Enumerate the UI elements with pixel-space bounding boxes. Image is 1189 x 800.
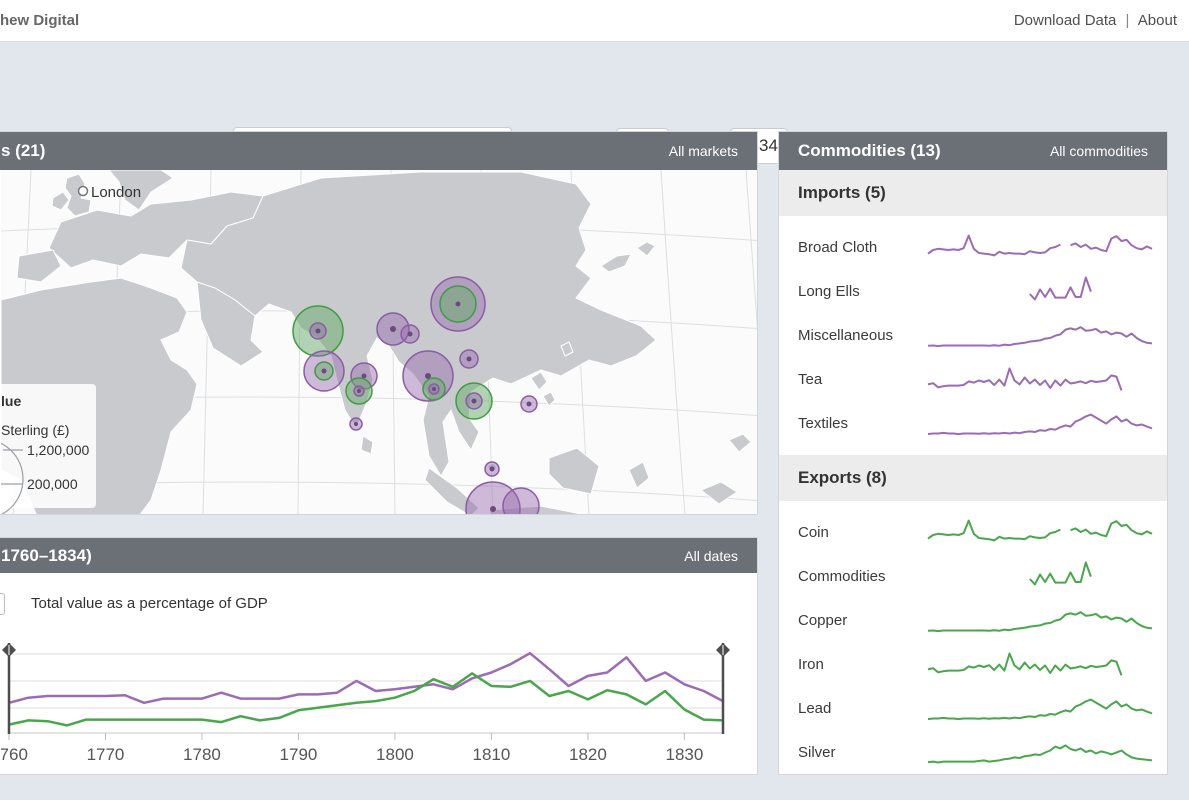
commodity-name: Coin [798, 524, 829, 541]
commodity-name: Copper [798, 612, 847, 629]
market-circle[interactable] [401, 325, 419, 343]
commodity-name: Long Ells [798, 283, 860, 300]
dates-timeline-panel: 1760–1834) All dates Total value as a pe… [0, 537, 758, 775]
commodity-sparkline [926, 557, 1154, 595]
commodities-list: Imports (5) Broad Cloth Long Ells Miscellan… [779, 170, 1167, 774]
commodity-row[interactable]: Broad Cloth [779, 225, 1167, 269]
market-circle[interactable] [304, 351, 344, 391]
size-legend-min: 200,000 [27, 476, 78, 492]
commodity-sparkline [926, 601, 1154, 639]
market-circle[interactable] [521, 396, 537, 412]
query-controls: st India Company traded 13 commodities i… [0, 60, 1189, 112]
all-dates-button[interactable]: All dates [684, 548, 757, 564]
commodity-name: Broad Cloth [798, 239, 877, 256]
section-header-imports: Imports (5) [779, 170, 1167, 216]
commodity-row[interactable]: Lead [779, 686, 1167, 730]
commodity-sparkline [926, 689, 1154, 727]
commodities-panel-header: Commodities (13) All commodities [779, 132, 1167, 170]
commodity-row[interactable]: Coin [779, 510, 1167, 554]
commodity-row[interactable]: Miscellaneous [779, 313, 1167, 357]
axis-tick-label: 1830 [665, 745, 703, 764]
commodity-row[interactable]: Iron [779, 642, 1167, 686]
brush-handle-left[interactable] [2, 643, 16, 734]
dates-panel-title: 1760–1834) [1, 546, 92, 566]
about-link[interactable]: About [1138, 12, 1177, 29]
axis-tick-label: 1770 [87, 745, 125, 764]
commodity-sparkline [926, 360, 1154, 398]
commodity-sparkline [926, 272, 1154, 310]
dates-panel-header: 1760–1834) All dates [0, 538, 757, 573]
download-data-link[interactable]: Download Data [1014, 12, 1117, 29]
markets-panel-header: s (21) All markets [0, 132, 757, 170]
commodity-sparkline [926, 404, 1154, 442]
axis-tick-label: 1820 [569, 745, 607, 764]
all-markets-button[interactable]: All markets [669, 143, 757, 159]
commodity-name: Miscellaneous [798, 327, 893, 344]
market-circle[interactable] [423, 378, 445, 400]
london-label: London [91, 184, 141, 201]
map-size-legend: lue Sterling (£) 1,200,000 200,000 [1, 384, 96, 515]
all-commodities-button[interactable]: All commodities [1050, 143, 1167, 159]
gdp-percentage-checkbox[interactable] [0, 593, 5, 615]
commodity-sparkline [926, 513, 1154, 551]
brand-text: hew Digital [0, 12, 79, 29]
market-circle[interactable] [456, 383, 492, 419]
commodity-sparkline [926, 733, 1154, 771]
commodity-name: Lead [798, 700, 831, 717]
commodity-row[interactable]: Copper [779, 598, 1167, 642]
commodity-row[interactable]: Commodities [779, 554, 1167, 598]
top-bar: hew Digital Download Data | About [0, 0, 1189, 42]
commodity-name: Silver [798, 744, 836, 761]
london-marker: London [79, 184, 142, 201]
section-header-exports: Exports (8) [779, 455, 1167, 501]
commodity-sparkline [926, 645, 1154, 683]
markets-map-panel: s (21) All markets [0, 131, 758, 515]
axis-tick-label: 1810 [473, 745, 511, 764]
chart-gridlines [9, 654, 723, 708]
commodity-name: Iron [798, 656, 824, 673]
market-circle[interactable] [460, 350, 478, 368]
axis-tick-label: 1780 [183, 745, 221, 764]
commodities-panel-title: Commodities (13) [798, 141, 941, 161]
commodities-panel: Commodities (13) All commodities Imports… [778, 131, 1168, 775]
market-circle[interactable] [293, 306, 343, 356]
commodity-row[interactable]: Tea [779, 357, 1167, 401]
timeline-chart[interactable]: 1760 1770 1780 1790 1800 1810 1820 1830 [1, 638, 758, 775]
map-landmasses [1, 170, 751, 515]
markets-panel-title: s (21) [1, 141, 45, 161]
commodity-row[interactable]: Silver [779, 730, 1167, 774]
commodity-name: Tea [798, 371, 822, 388]
timeline-series-imports [9, 653, 723, 703]
axis-tick-label: 1800 [376, 745, 414, 764]
commodity-row[interactable]: Textiles [779, 401, 1167, 445]
gdp-checkbox-label: Total value as a percentage of GDP [31, 595, 268, 612]
size-legend-title: lue [1, 393, 21, 409]
market-circle[interactable] [346, 378, 372, 404]
axis-tick-label: 1760 [1, 745, 28, 764]
size-legend-max: 1,200,000 [27, 442, 89, 458]
commodity-name: Commodities [798, 568, 886, 585]
top-links: Download Data | About [1014, 12, 1177, 29]
links-separator: | [1126, 12, 1130, 29]
market-circle[interactable] [350, 418, 362, 430]
commodity-sparkline [926, 228, 1154, 266]
commodity-name: Textiles [798, 415, 848, 432]
commodity-sparkline [926, 316, 1154, 354]
market-circle[interactable] [485, 462, 499, 476]
size-legend-subtitle: Sterling (£) [1, 422, 69, 438]
market-circle[interactable] [431, 277, 485, 331]
commodity-row[interactable]: Long Ells [779, 269, 1167, 313]
world-map[interactable]: London lue Sterling (£) 1,200,000 200,00… [1, 170, 758, 515]
axis-tick-label: 1790 [280, 745, 318, 764]
